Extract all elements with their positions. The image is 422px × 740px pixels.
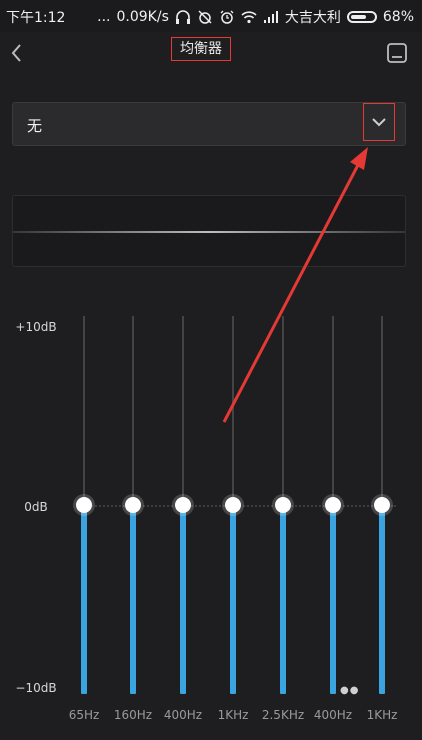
carrier-name: 大吉大利 [284,10,341,26]
back-button[interactable] [6,40,30,66]
preset-dropdown[interactable]: 无 [12,102,406,146]
eq-band-fill [180,505,186,694]
status-icons: ... 0.09K/s 大吉大利 68% [97,7,414,27]
headphones-icon [175,10,191,24]
save-icon [387,43,407,63]
eq-band-slider[interactable] [173,316,193,694]
db-zero-label: 0dB [24,500,48,514]
eq-band-knob[interactable] [225,497,241,513]
eq-band-slider[interactable] [74,316,94,694]
eq-band-fill [130,505,136,694]
page-title: 均衡器 [171,37,231,61]
eq-band-fill [330,505,336,694]
wifi-icon [241,10,257,24]
eq-band-fill [379,505,385,694]
title-bar: 均衡器 [0,32,422,74]
eq-band-fill [81,505,87,694]
eq-band-fill [230,505,236,694]
eq-band-knob[interactable] [76,497,92,513]
eq-band-slider[interactable] [273,316,293,694]
eq-band-slider[interactable] [323,316,343,694]
eq-band-slider[interactable] [123,316,143,694]
status-time: 下午1:12 [6,10,66,26]
network-speed: 0.09K/s [116,9,169,25]
preset-dropdown-toggle[interactable] [363,103,395,141]
alarm-icon [219,10,235,24]
alarm-off-icon [197,10,213,24]
chevron-down-icon [372,118,386,127]
eq-band-knob[interactable] [374,497,390,513]
page-dots: ●● [340,685,360,696]
status-dots: ... [97,9,111,25]
battery-icon [346,11,377,23]
signal-icon [263,10,279,24]
eq-curve-preview [12,195,406,267]
eq-band-slider[interactable] [372,316,392,694]
back-arrow-icon [11,44,21,62]
eq-curve-line [13,231,405,233]
db-max-label: +10dB [15,320,57,334]
eq-band-slider[interactable] [223,316,243,694]
battery-fill [350,15,366,19]
equalizer-panel: +10dB 0dB −10dB 65Hz 160Hz 400Hz 1KHz 2.5KHz… [0,300,422,740]
eq-band-knob[interactable] [125,497,141,513]
eq-band-knob[interactable] [325,497,341,513]
eq-band-knob[interactable] [175,497,191,513]
eq-band-frequency-label: 1KHz [366,708,398,722]
battery-percent: 68% [382,9,414,25]
eq-band-fill [280,505,286,694]
status-bar: 下午1:12 ... 0.09K/s 大吉大利 68% [0,0,422,32]
save-button[interactable] [386,42,408,64]
db-min-label: −10dB [15,681,57,695]
preset-value: 无 [27,117,43,135]
eq-band-knob[interactable] [275,497,291,513]
